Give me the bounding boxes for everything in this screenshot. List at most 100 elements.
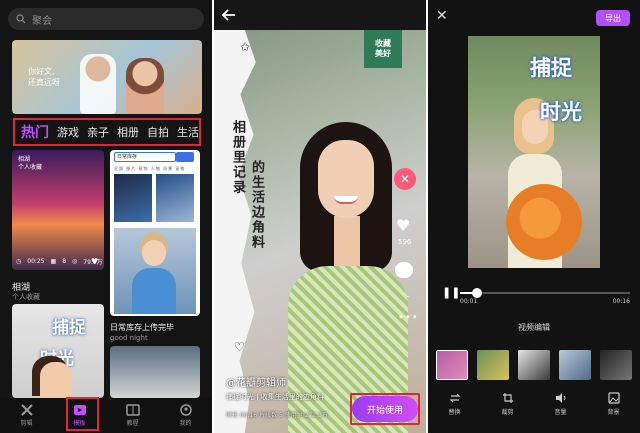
clips-icon: ▦ xyxy=(50,258,57,265)
video-edit-screen: ✕ 导出 捕捉 时光 ❚❚ 00:01 00:16 视频编辑 替换 裁剪 音量 … xyxy=(428,0,640,433)
volume-icon xyxy=(555,393,565,403)
clip-thumbnail[interactable] xyxy=(559,350,591,380)
template-card[interactable] xyxy=(110,346,200,398)
card-clips: 8 xyxy=(62,258,67,265)
template-card-sunset[interactable]: 相湖 个人收藏 ◷ 00:25 ▦ 8 ◎ 79.0万 ♥ xyxy=(12,150,104,270)
edit-toolbar: 替换 裁剪 音量 背景 xyxy=(428,392,640,432)
card-search-mock: 日常库存 xyxy=(114,152,176,162)
pause-icon[interactable]: ❚❚ xyxy=(442,286,460,299)
time-current: 00:01 xyxy=(460,298,478,305)
preview-orange-hat xyxy=(506,184,582,260)
tool-background[interactable]: 背景 xyxy=(596,392,632,432)
banner-caption: 你好文, 还真远呀 xyxy=(28,66,60,88)
tab-family[interactable]: 亲子 xyxy=(87,124,109,140)
playback-timeline: ❚❚ 00:01 00:16 xyxy=(442,284,632,310)
template-meta: 时长 00:16 片段数 5 使用量 272.3万 xyxy=(226,412,328,419)
card-thumb xyxy=(156,174,194,222)
search-icon xyxy=(16,14,26,24)
progress-knob[interactable] xyxy=(472,288,482,298)
clip-thumbnails xyxy=(436,350,636,380)
category-tabs: 热门 游戏 亲子 相册 自拍 生活 xyxy=(13,118,201,146)
nav-edit[interactable]: 剪辑 xyxy=(9,404,45,427)
highlight-box xyxy=(66,397,99,431)
bottom-nav: 剪辑 模板 教程 我的 xyxy=(0,398,212,433)
tab-games[interactable]: 游戏 xyxy=(57,124,79,140)
stamp-line: 收藏 xyxy=(375,39,391,48)
seal-stamp: 收藏 美好 xyxy=(364,30,402,68)
uses-icon: ◎ xyxy=(72,258,78,265)
vertical-caption-2: 的生活边角料 xyxy=(249,160,264,250)
clip-thumbnail[interactable] xyxy=(518,350,550,380)
clip-thumbnail[interactable] xyxy=(477,350,509,380)
stamp-line: 美好 xyxy=(375,49,391,58)
clock-icon: ◷ xyxy=(16,258,22,265)
card-duration: 00:25 xyxy=(27,258,45,265)
nav-tutorial-label: 教程 xyxy=(126,420,139,427)
user-icon xyxy=(179,404,192,416)
tab-life[interactable]: 生活 xyxy=(177,124,199,140)
back-arrow-icon[interactable] xyxy=(220,6,238,24)
clip-thumbnail-selected[interactable] xyxy=(436,350,468,380)
background-icon xyxy=(607,392,620,404)
section-title: 视频编辑 xyxy=(518,323,550,332)
book-icon xyxy=(125,404,140,416)
comment-icon[interactable] xyxy=(395,262,413,278)
banner-person-man xyxy=(80,54,116,114)
tool-volume-label: 音量 xyxy=(554,409,567,416)
more-dots-icon[interactable]: ••• xyxy=(398,312,419,323)
template-card-daily[interactable]: 日常库存 全部 图片 视频 人物 风景 宠物 xyxy=(110,150,200,316)
nav-edit-label: 剪辑 xyxy=(20,420,33,427)
nav-profile-label: 我的 xyxy=(179,420,192,427)
template-preview-screen: 收藏 美好 相册里记录 的生活边角料 ✩ ♡ ✦ ✕ ♥ 596 ••• @花瓣… xyxy=(214,0,426,433)
card-stats: ◷ 00:25 ▦ 8 ◎ 79.0万 xyxy=(16,257,103,266)
preview-woman xyxy=(288,116,408,433)
like-heart-icon[interactable]: ♥ xyxy=(396,216,410,235)
tool-replace[interactable]: 替换 xyxy=(437,392,473,432)
scissors-icon xyxy=(20,404,33,416)
preview-person-head xyxy=(142,240,166,266)
woman-face xyxy=(318,140,374,218)
highlight-box xyxy=(350,393,420,425)
capcut-logo-icon[interactable]: ✕ xyxy=(394,168,416,190)
card-subtitle: good night xyxy=(110,334,148,342)
progress-track[interactable] xyxy=(460,288,630,298)
tool-crop-label: 裁剪 xyxy=(501,409,514,416)
video-preview[interactable]: 捕捉 时光 xyxy=(468,36,600,268)
card-overlay-line: 相湖 xyxy=(18,156,31,163)
tool-replace-label: 替换 xyxy=(448,409,461,416)
card-title: 日常库存上传完毕 xyxy=(110,323,174,332)
banner-caption-line: 还真远呀 xyxy=(28,78,60,87)
template-description: 捕捉时光 | 收集生活里的边角料 xyxy=(226,393,324,401)
tab-album[interactable]: 相册 xyxy=(117,124,139,140)
preview-person-body xyxy=(132,268,176,314)
banner-person-woman xyxy=(126,58,164,114)
card-overlay-line: 个人收藏 xyxy=(18,164,43,171)
card-thumb xyxy=(114,174,152,222)
card-subtitle: 个人收藏 xyxy=(12,293,40,301)
preview-calligraphy-bottom: 时光 xyxy=(540,100,582,124)
template-card-capture-time[interactable]: 捕捉 时光 xyxy=(12,304,104,398)
tool-background-label: 背景 xyxy=(607,409,620,416)
export-button[interactable]: 导出 xyxy=(596,10,630,26)
nav-tutorial[interactable]: 教程 xyxy=(115,404,151,427)
clip-thumbnail[interactable] xyxy=(600,350,632,380)
search-placeholder: 聚会 xyxy=(32,15,52,27)
card-search-button-mock xyxy=(176,152,194,162)
heart-doodle-icon: ♡ xyxy=(234,340,245,354)
woman-neck xyxy=(334,216,360,272)
tab-selfie[interactable]: 自拍 xyxy=(147,124,169,140)
tool-volume[interactable]: 音量 xyxy=(543,392,579,432)
card-preview-image xyxy=(114,228,196,314)
card-person xyxy=(40,362,72,398)
replace-icon xyxy=(449,393,460,403)
card-category-row: 全部 图片 视频 人物 风景 宠物 xyxy=(114,166,186,171)
search-bar[interactable]: 聚会 xyxy=(8,8,204,30)
nav-profile[interactable]: 我的 xyxy=(168,404,204,427)
heart-icon[interactable]: ♥ xyxy=(91,257,98,266)
close-icon[interactable]: ✕ xyxy=(436,8,448,24)
template-browse-screen: 聚会 你好文, 还真远呀 热门 游戏 亲子 相册 自拍 生活 相湖 个人收藏 ◷… xyxy=(0,0,212,433)
tab-hot[interactable]: 热门 xyxy=(21,122,49,142)
tool-crop[interactable]: 裁剪 xyxy=(490,392,526,432)
promo-banner[interactable]: 你好文, 还真远呀 xyxy=(12,40,202,114)
author-name[interactable]: @花瓣剪辑师 xyxy=(226,374,286,389)
